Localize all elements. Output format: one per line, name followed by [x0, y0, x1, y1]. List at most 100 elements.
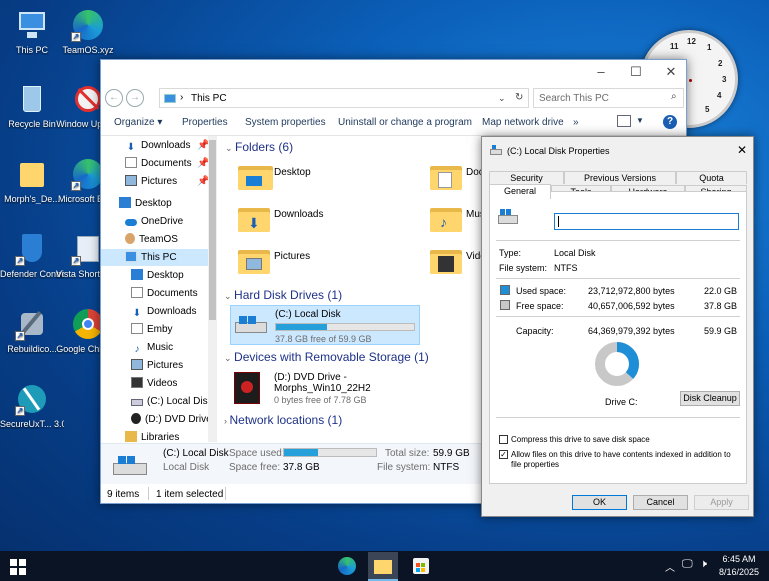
drive-icon — [490, 145, 502, 155]
system-properties-button[interactable]: System properties — [245, 117, 326, 128]
apply-button[interactable]: Apply — [694, 495, 749, 510]
navigation-pane: ⬇ Downloads 📌 Documents 📌 Pictures 📌 Desktop… — [101, 136, 217, 442]
drive-icon — [131, 399, 143, 406]
ok-button[interactable]: OK — [572, 495, 627, 510]
group-header-network[interactable]: › Network locations (1) — [224, 413, 342, 427]
libraries-icon — [125, 431, 137, 442]
back-button[interactable]: ← — [105, 89, 123, 107]
rebuild-tool-icon: ↗ — [15, 307, 49, 341]
chevron-up-icon[interactable]: ︿ — [665, 559, 675, 574]
help-icon[interactable]: ? — [663, 115, 677, 129]
music-note-icon: ♪ — [134, 344, 140, 355]
organize-button[interactable]: Organize ▾ — [114, 117, 162, 128]
nav-scrollbar[interactable] — [208, 136, 217, 442]
search-input[interactable]: Search This PC ⌕ — [533, 88, 684, 108]
disk-cleanup-button[interactable]: Disk Cleanup — [680, 391, 740, 406]
desktop-icon-teamos[interactable]: ↗ TeamOS.xyz — [56, 8, 120, 55]
nav-item-this-pc[interactable]: This PC — [101, 249, 208, 266]
volume-icon[interactable]: 🕨 — [700, 558, 707, 571]
clock-date[interactable]: 8/16/2025 — [716, 567, 762, 577]
change-view-icon[interactable] — [617, 115, 631, 127]
drive-name-input[interactable] — [554, 213, 739, 230]
forward-button[interactable]: → — [126, 89, 144, 107]
map-network-drive-button[interactable]: Map network drive — [482, 117, 564, 128]
compress-checkbox[interactable] — [499, 435, 508, 444]
network-icon[interactable]: 🖵 — [682, 558, 693, 571]
documents-icon — [125, 157, 137, 168]
tab-general[interactable]: General — [489, 184, 551, 199]
nav-item-pictures-quick[interactable]: Pictures 📌 — [125, 173, 209, 190]
nav-item-videos[interactable]: Videos — [131, 375, 177, 392]
desktop-icon-rebuild[interactable]: ↗ Rebuildico... — [0, 307, 64, 354]
nav-item-music[interactable]: ♪ Music — [131, 339, 174, 356]
dvd-icon — [131, 413, 141, 424]
nav-item-local-disk[interactable]: (C:) Local Disk — [131, 393, 213, 410]
clock-number: 4 — [717, 91, 722, 100]
properties-dialog[interactable]: (C:) Local Disk Properties ✕ Security Pr… — [481, 136, 754, 517]
disk-usage-bar — [275, 323, 415, 331]
nav-item-downloads-quick[interactable]: ⬇ Downloads 📌 — [125, 137, 210, 154]
properties-button[interactable]: Properties — [182, 117, 228, 128]
general-tab-panel: Type: Local Disk File system: NTFS Used … — [489, 191, 747, 484]
clock-number: 5 — [705, 105, 710, 114]
nav-item-libraries[interactable]: Libraries — [125, 429, 179, 442]
computer-icon — [125, 251, 137, 262]
edge-icon[interactable] — [338, 557, 356, 575]
breadcrumb[interactable]: This PC — [191, 93, 227, 104]
recycle-bin-icon — [15, 82, 49, 116]
details-usage-bar — [283, 448, 377, 457]
maximize-button[interactable]: ☐ — [628, 64, 644, 80]
used-space-swatch — [500, 285, 510, 295]
tab-previous-versions[interactable]: Previous Versions — [564, 171, 676, 184]
index-checkbox[interactable]: ✓ — [499, 450, 508, 459]
close-button[interactable]: ✕ — [663, 64, 679, 80]
desktop-icon-secureux[interactable]: ↗ SecureUxT... 3.0.0 — [0, 382, 64, 429]
tab-security[interactable]: Security — [489, 171, 564, 184]
desktop-icon-this-pc[interactable]: This PC — [0, 8, 64, 55]
group-header-hard-disks[interactable]: ⌄ Hard Disk Drives (1) — [224, 288, 342, 302]
dvd-drive-item[interactable]: (D:) DVD Drive - Morphs_Win10_22H2 0 byt… — [230, 368, 420, 410]
nav-item-documents-quick[interactable]: Documents 📌 — [125, 155, 209, 172]
close-icon[interactable]: ✕ — [737, 143, 747, 157]
explorer-titlebar[interactable]: – ☐ ✕ — [101, 60, 686, 86]
command-bar: Organize ▾ Properties System properties … — [101, 112, 686, 136]
folder-icon — [238, 246, 272, 276]
nav-item-emby[interactable]: Emby — [131, 321, 173, 338]
download-arrow-icon: ⬇ — [126, 142, 136, 153]
chevron-down-icon[interactable]: ⌄ — [498, 93, 506, 104]
nav-item-onedrive[interactable]: OneDrive — [125, 213, 183, 230]
documents-icon — [131, 323, 143, 334]
clock-time[interactable]: 6:45 AM — [718, 554, 760, 564]
nav-item-downloads[interactable]: ⬇ Downloads — [131, 303, 197, 320]
nav-item-desktop-pc[interactable]: Desktop — [131, 267, 184, 284]
documents-icon — [131, 287, 143, 298]
address-box[interactable]: › This PC ⌄ ↻ — [159, 88, 529, 108]
windows-start-icon[interactable] — [10, 559, 26, 575]
more-commands-button[interactable]: » — [573, 117, 579, 128]
cancel-button[interactable]: Cancel — [633, 495, 688, 510]
desktop-icon-morphs-folder[interactable]: Morph's_De... — [0, 157, 64, 204]
chevron-down-icon[interactable]: ▼ — [636, 116, 644, 125]
folder-icon — [430, 162, 464, 192]
file-explorer-taskbar-button[interactable] — [368, 552, 398, 581]
group-header-removable[interactable]: ⌄ Devices with Removable Storage (1) — [224, 350, 429, 364]
local-disk-item[interactable]: (C:) Local Disk 37.8 GB free of 59.9 GB — [230, 305, 420, 345]
nav-item-teamos[interactable]: TeamOS — [125, 231, 178, 248]
clock-number: 1 — [707, 43, 712, 52]
minimize-button[interactable]: – — [593, 64, 609, 80]
nav-item-documents[interactable]: Documents — [131, 285, 198, 302]
folder-icon — [15, 157, 49, 191]
scrollbar-thumb[interactable] — [209, 140, 216, 320]
nav-item-desktop[interactable]: Desktop — [119, 195, 172, 212]
store-icon[interactable] — [413, 558, 429, 574]
uninstall-program-button[interactable]: Uninstall or change a program — [338, 117, 472, 128]
dvd-icon — [234, 372, 260, 404]
refresh-icon[interactable]: ↻ — [515, 92, 523, 103]
desktop-icon-recycle-bin[interactable]: Recycle Bin — [0, 82, 64, 129]
tab-quota[interactable]: Quota — [676, 171, 747, 184]
nav-item-dvd-drive[interactable]: (D:) DVD Drive — [131, 411, 212, 428]
desktop-icon-defender-control[interactable]: ↗ Defender Contro... — [0, 232, 64, 279]
dialog-title: (C:) Local Disk Properties — [507, 146, 610, 156]
breadcrumb-separator: › — [180, 92, 184, 103]
nav-item-pictures[interactable]: Pictures — [131, 357, 183, 374]
